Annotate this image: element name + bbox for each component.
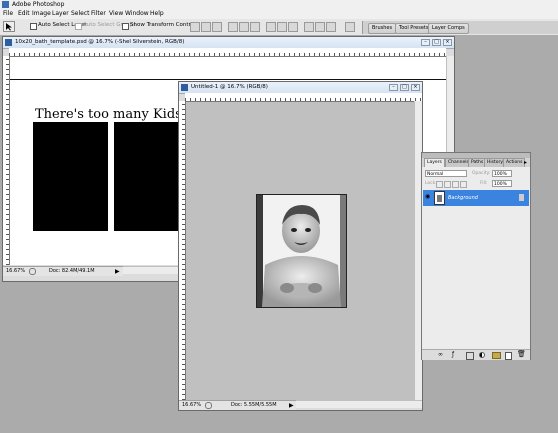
- menu-filter[interactable]: Filter: [91, 10, 106, 17]
- menu-select[interactable]: Select: [71, 10, 90, 17]
- maximize-button[interactable]: □: [432, 39, 441, 46]
- menu-layer[interactable]: Layer: [52, 10, 69, 17]
- minimize-button[interactable]: –: [421, 39, 430, 46]
- photo-canvas[interactable]: [256, 194, 347, 308]
- brushes-tab[interactable]: Brushes: [368, 23, 397, 34]
- move-tool-preset-icon[interactable]: [3, 21, 15, 32]
- close-button[interactable]: ×: [411, 84, 420, 91]
- thumbnail-photo-mark: [437, 195, 442, 202]
- visibility-eye-icon[interactable]: ◉: [425, 194, 431, 200]
- photo-placeholder-1: [33, 122, 108, 231]
- vertical-ruler[interactable]: [3, 56, 10, 265]
- document-size: Doc: 5.55M/5.55M: [231, 402, 277, 408]
- pasteboard-area[interactable]: [186, 102, 422, 400]
- layers-panel: Layers Channels Paths History Actions ▸ …: [421, 152, 531, 360]
- auto-align-layers-icon[interactable]: [345, 22, 355, 32]
- document-title: Untitled-1 @ 16.7% (RGB/8): [191, 84, 268, 90]
- status-menu-arrow-icon[interactable]: ▶: [115, 267, 120, 276]
- menu-view[interactable]: View: [109, 10, 123, 17]
- layer-row-background[interactable]: ◉ Background: [423, 190, 529, 206]
- status-info-icon[interactable]: [205, 402, 212, 409]
- lock-all-icon[interactable]: [460, 181, 467, 188]
- menu-help[interactable]: Help: [150, 10, 164, 17]
- layer-comps-tab[interactable]: Layer Comps: [428, 23, 469, 34]
- lock-transparent-icon[interactable]: [436, 181, 443, 188]
- status-info-icon[interactable]: [29, 268, 36, 275]
- fill-label: Fill:: [480, 181, 488, 186]
- lock-image-icon[interactable]: [444, 181, 451, 188]
- align-right-icon[interactable]: [250, 22, 260, 32]
- show-transform-controls-label: Show Transform Controls: [130, 22, 199, 28]
- auto-select-layer-checkbox[interactable]: [30, 23, 37, 30]
- distribute-bottom-icon[interactable]: [288, 22, 298, 32]
- zoom-level[interactable]: 16.67%: [182, 401, 201, 410]
- distribute-hcenter-icon[interactable]: [315, 22, 325, 32]
- child-photo-image: [257, 195, 346, 307]
- layer-name: Background: [448, 195, 478, 201]
- blend-mode-value: Normal: [427, 172, 444, 177]
- horizontal-scrollbar[interactable]: [296, 400, 422, 408]
- canvas-top-border: [10, 79, 446, 80]
- app-title: Adobe Photoshop: [12, 1, 65, 8]
- align-bottom-icon[interactable]: [212, 22, 222, 32]
- distribute-top-icon[interactable]: [266, 22, 276, 32]
- show-transform-controls-checkbox[interactable]: [122, 23, 129, 30]
- options-bar: Auto Select Layer Auto Select Groups Sho…: [0, 19, 558, 36]
- menu-edit[interactable]: Edit: [18, 10, 30, 17]
- layer-mask-icon[interactable]: [466, 352, 474, 360]
- menu-file[interactable]: File: [3, 10, 13, 17]
- photoshop-app-icon: [2, 1, 9, 8]
- document-title: 10x20_bath_template.psd @ 16.7% (-Shel S…: [15, 39, 185, 45]
- align-horizontal-center-icon[interactable]: [239, 22, 249, 32]
- distribute-left-icon[interactable]: [304, 22, 314, 32]
- lock-position-icon[interactable]: [452, 181, 459, 188]
- layer-thumbnail: [434, 191, 445, 205]
- minimize-button[interactable]: –: [389, 84, 398, 91]
- link-layers-icon[interactable]: ∞: [438, 351, 443, 358]
- new-group-icon[interactable]: [492, 352, 501, 359]
- blend-mode-select[interactable]: Normal: [425, 170, 467, 177]
- menu-image[interactable]: Image: [32, 10, 51, 17]
- close-button[interactable]: ×: [443, 39, 452, 46]
- delete-layer-icon[interactable]: 🗑: [517, 350, 526, 358]
- new-layer-icon[interactable]: [505, 352, 512, 360]
- horizontal-ruler[interactable]: [9, 48, 446, 57]
- distribute-center-icon[interactable]: [277, 22, 287, 32]
- opacity-label: Opacity:: [472, 171, 491, 176]
- align-top-icon[interactable]: [190, 22, 200, 32]
- lock-label: Lock:: [425, 181, 437, 186]
- fill-value: 100%: [494, 182, 507, 187]
- layers-panel-footer: ∞ ƒ 🗑: [422, 349, 530, 360]
- document-window-untitled: Untitled-1 @ 16.7% (RGB/8) – □ × 16.67% …: [178, 81, 423, 411]
- distribute-right-icon[interactable]: [326, 22, 336, 32]
- horizontal-ruler[interactable]: [185, 93, 422, 102]
- panel-menu-icon[interactable]: ▸: [524, 159, 527, 166]
- align-vertical-center-icon[interactable]: [201, 22, 211, 32]
- opacity-field[interactable]: 100%: [492, 170, 512, 177]
- auto-select-groups-checkbox[interactable]: [75, 23, 82, 30]
- maximize-button[interactable]: □: [400, 84, 409, 91]
- opacity-value: 100%: [494, 172, 507, 177]
- status-bar: 16.67% Doc: 5.55M/5.55M ▶: [179, 400, 296, 410]
- vertical-ruler[interactable]: [179, 101, 186, 400]
- layer-lock-icon: [519, 194, 524, 201]
- canvas-headline-text: There's too many Kids i: [35, 107, 191, 122]
- status-bar: 16.67% Doc: 82.4M/49.1M ▶: [3, 266, 123, 276]
- menu-window[interactable]: Window: [125, 10, 149, 17]
- adjustment-layer-icon[interactable]: [479, 352, 485, 358]
- tool-presets-tab[interactable]: Tool Presets: [395, 23, 433, 34]
- align-left-icon[interactable]: [228, 22, 238, 32]
- photoshop-doc-icon: [181, 84, 188, 91]
- zoom-level[interactable]: 16.67%: [6, 267, 25, 276]
- layer-style-icon[interactable]: ƒ: [452, 351, 454, 358]
- photo-placeholder-2: [114, 122, 179, 231]
- status-menu-arrow-icon[interactable]: ▶: [289, 401, 294, 410]
- photoshop-doc-icon: [5, 39, 12, 46]
- document-size: Doc: 82.4M/49.1M: [49, 268, 95, 274]
- fill-field[interactable]: 100%: [492, 180, 512, 187]
